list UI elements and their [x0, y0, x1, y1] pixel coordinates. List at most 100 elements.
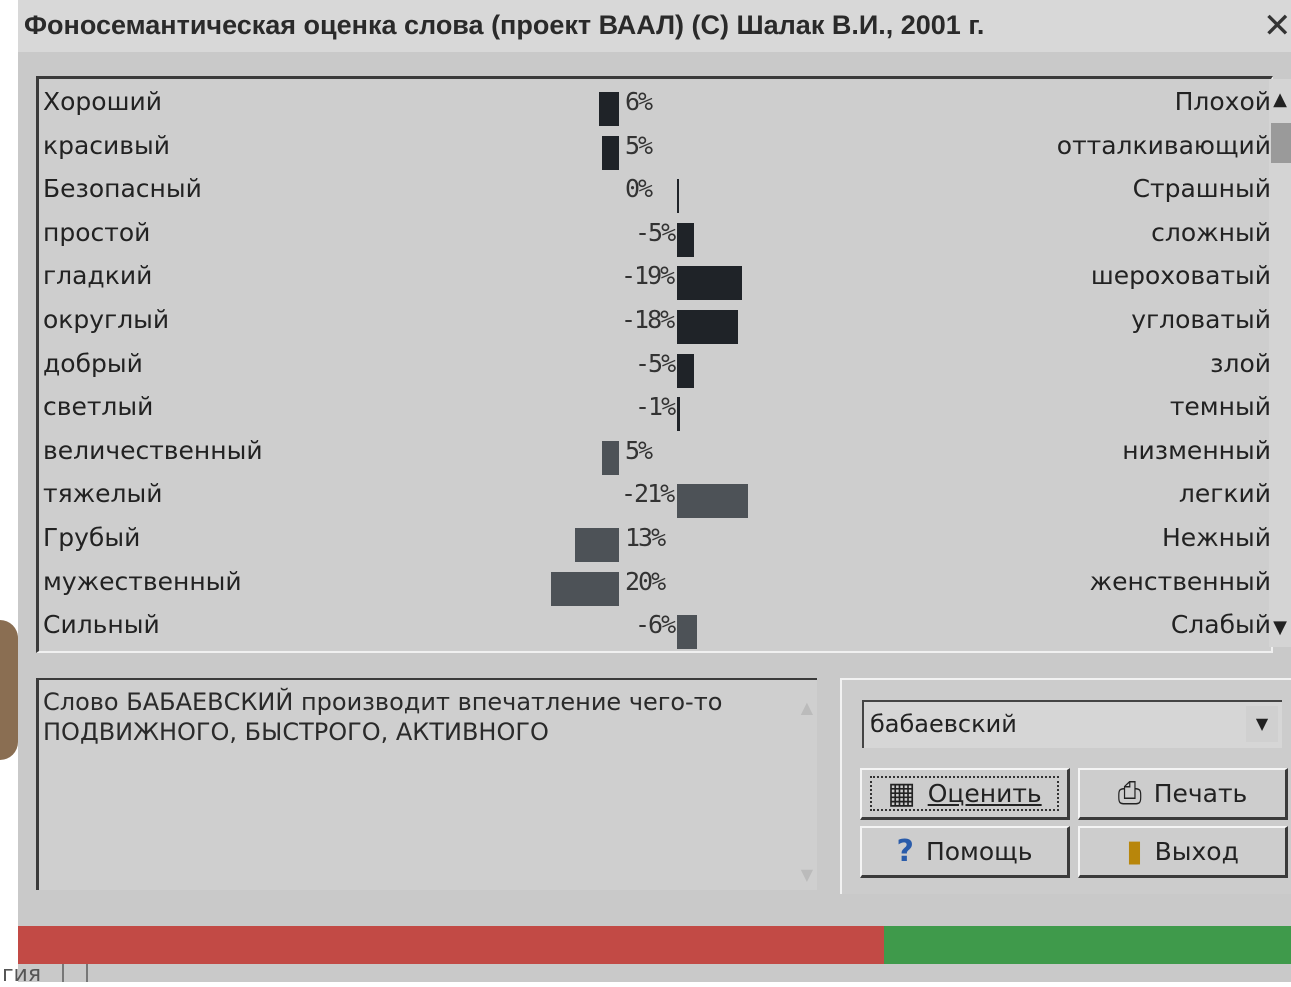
- color-strip: [18, 926, 1291, 964]
- scale-right-word: женственный: [1089, 566, 1271, 596]
- scale-row: светлый темный -1%: [39, 388, 1271, 432]
- scale-right-word: низменный: [1122, 435, 1271, 465]
- scale-right-word: Плохой: [1174, 87, 1271, 116]
- scale-right-word: отталкивающий: [1056, 130, 1271, 160]
- scale-left-word: Грубый: [43, 523, 141, 552]
- scale-right-word: Нежный: [1161, 523, 1271, 552]
- evaluate-button[interactable]: ▦ Оценить: [860, 768, 1070, 820]
- scale-right-word: сложный: [1151, 217, 1271, 247]
- scale-percent: 5%: [625, 130, 653, 160]
- scroll-up-icon[interactable]: ▲: [1269, 87, 1291, 113]
- scale-percent: -19%: [621, 261, 675, 291]
- scale-percent: 5%: [625, 435, 653, 465]
- desc-scroll-up-icon[interactable]: ▲: [801, 698, 813, 717]
- scales-list: Хороший Плохой 6% красивый отталкивающий 5% Бе…: [36, 76, 1273, 653]
- taskbar-separator: [62, 964, 64, 982]
- description-line-1: Слово БАБАЕВСКИЙ производит впечатление …: [43, 688, 723, 716]
- background-object: [0, 620, 18, 760]
- scale-bar: [677, 310, 739, 344]
- scale-bar: [598, 92, 619, 126]
- description-line-2: ПОДВИЖНОГО, БЫСТРОГО, АКТИВНОГО: [43, 718, 549, 746]
- scale-left-word: мужественный: [43, 566, 242, 596]
- scale-bar: [677, 179, 679, 214]
- scale-left-word: Хороший: [43, 87, 162, 116]
- scale-percent: -5%: [635, 217, 676, 247]
- scale-right-word: Страшный: [1132, 174, 1271, 204]
- scale-left-word: величественный: [43, 435, 263, 465]
- scale-right-word: легкий: [1178, 479, 1271, 509]
- strip-red-segment: [18, 926, 884, 964]
- scales-scrollbar[interactable]: ▲ ▼: [1269, 79, 1291, 647]
- scale-row: округлый угловатый -18%: [39, 301, 1271, 344]
- scale-row: красивый отталкивающий 5%: [39, 127, 1271, 170]
- scale-bar: [677, 397, 681, 432]
- scale-percent: -1%: [635, 392, 676, 422]
- scale-row: Хороший Плохой 6%: [39, 83, 1271, 126]
- scale-percent: 6%: [625, 87, 653, 116]
- scale-row: тяжелый легкий -21%: [39, 475, 1271, 519]
- scale-row: гладкий шероховатый -19%: [39, 257, 1271, 301]
- strip-green-segment: [884, 926, 1291, 964]
- scale-left-word: Безопасный: [43, 174, 202, 204]
- word-input[interactable]: [870, 708, 1230, 740]
- scale-bar: [602, 135, 619, 170]
- scale-right-word: Слабый: [1170, 610, 1271, 640]
- exit-button[interactable]: ▮ Выход: [1078, 826, 1288, 878]
- description-text-area[interactable]: Слово БАБАЕВСКИЙ производит впечатление …: [36, 678, 817, 890]
- print-button-label: Печать: [1153, 779, 1248, 808]
- scale-left-word: тяжелый: [43, 479, 163, 509]
- print-button[interactable]: ⎙ Печать: [1078, 768, 1288, 820]
- app-window: Фоносемантическая оценка слова (проект В…: [18, 0, 1291, 982]
- scale-left-word: красивый: [43, 130, 171, 160]
- printer-icon: ⎙: [1117, 775, 1142, 811]
- scale-row: Грубый Нежный 13%: [39, 519, 1271, 562]
- scale-row: простой сложный -5%: [39, 214, 1271, 257]
- scale-bar: [677, 484, 749, 519]
- scale-percent: 0%: [625, 174, 653, 204]
- controls-panel: ▼ ▦ Оценить ⎙ Печать ? Помощь ▮ Выход: [840, 678, 1291, 894]
- word-combobox[interactable]: ▼: [862, 700, 1282, 748]
- question-icon: ?: [896, 833, 914, 869]
- scale-bar: [677, 222, 694, 257]
- scale-bar: [574, 528, 619, 562]
- scale-left-word: добрый: [43, 348, 143, 378]
- scale-percent: -5%: [635, 348, 676, 378]
- focus-ring: [870, 776, 1059, 811]
- scale-percent: -6%: [635, 610, 676, 640]
- help-button[interactable]: ? Помощь: [860, 826, 1070, 878]
- scale-left-word: простой: [43, 217, 151, 247]
- taskbar-separator: [86, 964, 88, 982]
- help-button-label: Помощь: [925, 837, 1033, 866]
- scale-row: добрый злой -5%: [39, 345, 1271, 388]
- scale-bar: [677, 353, 694, 388]
- scale-bar: [602, 440, 619, 475]
- exit-button-label: Выход: [1154, 837, 1239, 866]
- scale-row: Сильный Слабый -6%: [39, 606, 1271, 650]
- title-bar: Фоносемантическая оценка слова (проект В…: [18, 0, 1291, 52]
- scale-left-word: светлый: [43, 392, 154, 422]
- scale-row: Безопасный Страшный 0%: [39, 170, 1271, 214]
- scroll-thumb[interactable]: [1271, 123, 1291, 163]
- scale-right-word: угловатый: [1131, 305, 1271, 334]
- door-icon: ▮: [1126, 833, 1143, 869]
- scale-bar: [677, 615, 698, 650]
- window-title: Фоносемантическая оценка слова (проект В…: [24, 10, 985, 40]
- scale-right-word: шероховатый: [1090, 261, 1271, 291]
- scale-row: величественный низменный 5%: [39, 432, 1271, 475]
- desc-scroll-down-icon[interactable]: ▼: [801, 865, 813, 884]
- scale-left-word: Сильный: [43, 610, 160, 640]
- scale-bar: [677, 266, 742, 301]
- scale-bar: [551, 571, 619, 606]
- chevron-down-icon[interactable]: ▼: [1246, 706, 1278, 742]
- scale-left-word: гладкий: [43, 261, 153, 291]
- scale-right-word: злой: [1210, 348, 1271, 378]
- scale-percent: 13%: [625, 523, 666, 552]
- scroll-down-icon[interactable]: ▼: [1269, 615, 1291, 641]
- taskbar-label: гия: [2, 962, 42, 987]
- scale-right-word: темный: [1169, 392, 1271, 422]
- close-icon[interactable]: ✕: [1263, 6, 1291, 46]
- scale-percent: -18%: [621, 305, 675, 334]
- scale-percent: -21%: [621, 479, 675, 509]
- scale-row: мужественный женственный 20%: [39, 563, 1271, 606]
- scale-left-word: округлый: [43, 305, 170, 334]
